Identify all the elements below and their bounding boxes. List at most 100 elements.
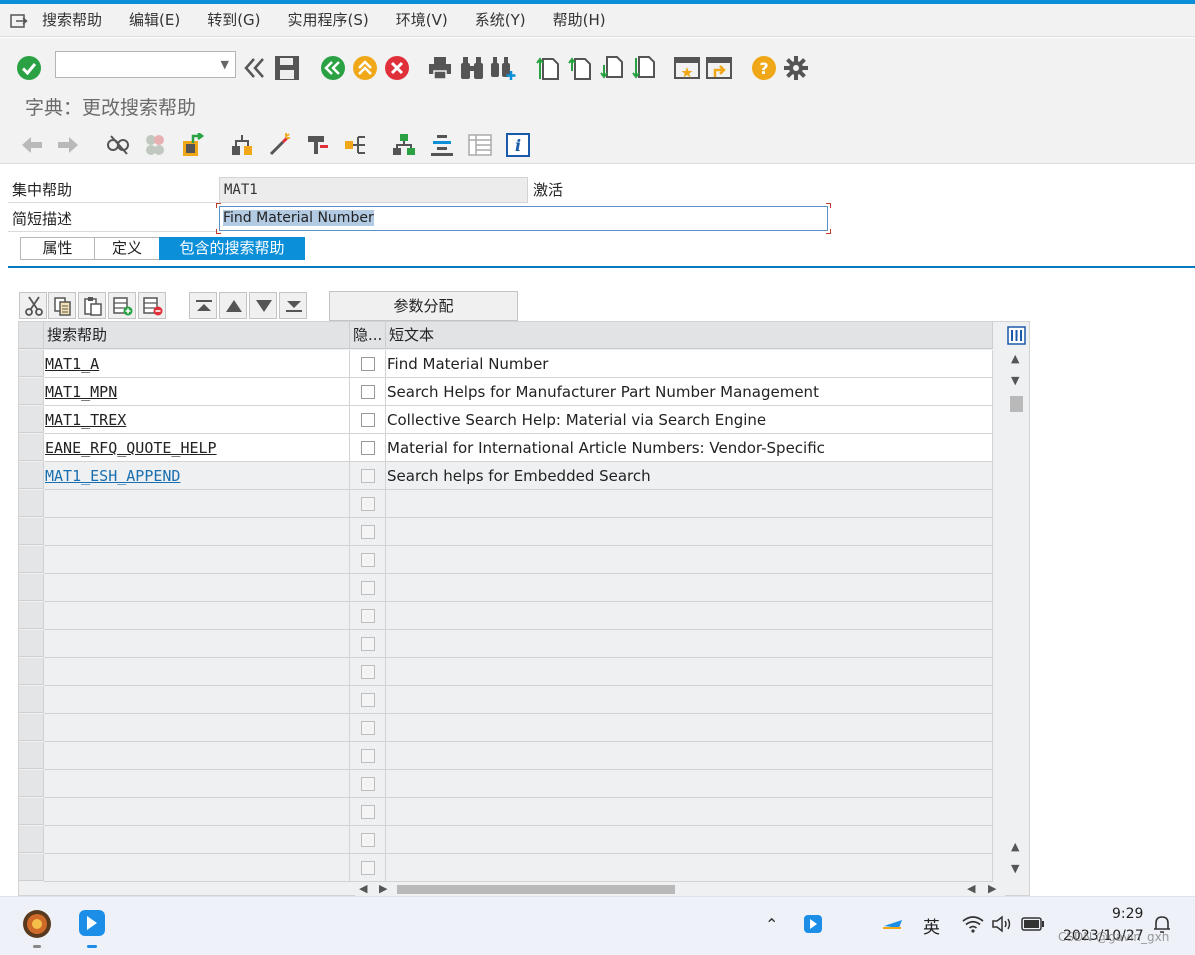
- empty-cell[interactable]: [44, 798, 350, 826]
- sap-logon-app-icon[interactable]: [22, 909, 52, 939]
- hidden-checkbox[interactable]: [361, 525, 375, 539]
- find-next-icon[interactable]: [490, 55, 516, 81]
- clock-time[interactable]: 9:29: [1112, 906, 1143, 922]
- row-selector[interactable]: [19, 826, 44, 853]
- empty-cell[interactable]: [44, 770, 350, 798]
- row-selector[interactable]: [19, 798, 44, 825]
- hidden-checkbox[interactable]: [361, 749, 375, 763]
- hidden-checkbox[interactable]: [361, 861, 375, 875]
- chevron-up-icon[interactable]: ⌃: [765, 915, 778, 934]
- hidden-checkbox[interactable]: [361, 777, 375, 791]
- empty-cell[interactable]: [44, 602, 350, 630]
- row-selector[interactable]: [19, 714, 44, 741]
- copy-row-button[interactable]: [48, 292, 76, 319]
- row-selector[interactable]: [19, 406, 44, 433]
- column-header-short-text[interactable]: 短文本: [386, 322, 993, 349]
- empty-cell[interactable]: [44, 854, 350, 882]
- tab-attributes[interactable]: 属性: [20, 237, 95, 260]
- search-help-cell[interactable]: MAT1_A: [44, 350, 350, 378]
- find-icon[interactable]: [459, 55, 485, 81]
- column-settings-icon[interactable]: [1007, 326, 1026, 345]
- horizontal-scroll-thumb[interactable]: [397, 885, 675, 894]
- first-page-icon[interactable]: [536, 55, 562, 81]
- empty-cell[interactable]: [44, 630, 350, 658]
- menu-utilities[interactable]: 实用程序(S): [288, 4, 369, 37]
- empty-cell[interactable]: [44, 546, 350, 574]
- menu-help[interactable]: 帮助(H): [553, 4, 606, 37]
- cut-row-button[interactable]: [19, 292, 47, 319]
- structure-tree-icon[interactable]: [392, 133, 416, 157]
- row-selector[interactable]: [19, 770, 44, 797]
- row-selector[interactable]: [19, 490, 44, 517]
- command-field[interactable]: ▼: [55, 51, 236, 78]
- language-indicator[interactable]: 英: [923, 913, 940, 938]
- hidden-checkbox[interactable]: [361, 385, 375, 399]
- tab-included-search-helps[interactable]: 包含的搜索帮助: [159, 237, 305, 260]
- hidden-checkbox[interactable]: [361, 609, 375, 623]
- feishu-app-icon[interactable]: [78, 909, 106, 937]
- short-description-field[interactable]: Find Material Number: [219, 206, 828, 231]
- search-help-cell[interactable]: MAT1_MPN: [44, 378, 350, 406]
- save-icon[interactable]: [274, 55, 300, 81]
- collapse-command-icon[interactable]: [243, 57, 267, 79]
- technical-settings-icon[interactable]: [306, 133, 330, 157]
- collective-help-field[interactable]: MAT1: [219, 177, 528, 203]
- volume-icon[interactable]: [991, 915, 1013, 933]
- row-selector[interactable]: [19, 854, 44, 881]
- hidden-checkbox[interactable]: [361, 805, 375, 819]
- other-object-icon[interactable]: [143, 133, 167, 157]
- horizontal-scrollbar[interactable]: ◀ ▶ ◀ ▶: [355, 882, 1005, 896]
- back-icon[interactable]: [320, 55, 346, 81]
- where-used-icon[interactable]: [230, 133, 254, 157]
- row-selector[interactable]: [19, 658, 44, 685]
- menu-environment[interactable]: 环境(V): [396, 4, 448, 37]
- align-list-icon[interactable]: [430, 133, 454, 157]
- empty-cell[interactable]: [44, 518, 350, 546]
- vertical-scrollbar[interactable]: ▲ ▼ ▲ ▼: [1005, 322, 1028, 882]
- empty-cell[interactable]: [44, 490, 350, 518]
- page-down-button[interactable]: [249, 292, 277, 319]
- empty-cell[interactable]: [44, 686, 350, 714]
- row-selector[interactable]: [19, 546, 44, 573]
- hidden-checkbox[interactable]: [361, 413, 375, 427]
- scroll-left-end-icon[interactable]: ◀: [967, 882, 975, 895]
- empty-cell[interactable]: [44, 658, 350, 686]
- select-all-cell[interactable]: [19, 322, 44, 349]
- scroll-down-small-icon[interactable]: ▼: [1011, 374, 1019, 387]
- tab-definition[interactable]: 定义: [94, 237, 160, 260]
- scroll-top-button[interactable]: [189, 292, 217, 319]
- search-help-cell[interactable]: EANE_RFQ_QUOTE_HELP: [44, 434, 350, 462]
- hidden-checkbox[interactable]: [361, 721, 375, 735]
- input-method-icon[interactable]: [881, 916, 905, 932]
- insert-row-button[interactable]: [108, 292, 136, 319]
- scroll-up-icon[interactable]: ▲: [1011, 352, 1019, 365]
- info-icon[interactable]: i: [506, 133, 530, 157]
- table-layout-icon[interactable]: [468, 133, 492, 157]
- parameter-assignment-button[interactable]: 参数分配: [329, 291, 518, 321]
- arrow-left-icon[interactable]: [20, 136, 44, 154]
- wifi-icon[interactable]: [962, 915, 984, 933]
- column-header-search-help[interactable]: 搜索帮助: [44, 322, 350, 349]
- empty-cell[interactable]: [44, 714, 350, 742]
- chevron-down-icon[interactable]: ▼: [221, 58, 229, 71]
- exit-icon[interactable]: [352, 55, 378, 81]
- hidden-checkbox[interactable]: [361, 581, 375, 595]
- empty-cell[interactable]: [44, 742, 350, 770]
- help-icon[interactable]: ?: [751, 55, 777, 81]
- activate-icon[interactable]: [181, 133, 205, 157]
- row-selector[interactable]: [19, 686, 44, 713]
- print-icon[interactable]: [427, 55, 453, 81]
- menu-edit[interactable]: 编辑(E): [129, 4, 180, 37]
- paste-row-button[interactable]: [78, 292, 106, 319]
- settings-gear-icon[interactable]: [783, 55, 809, 81]
- next-page-icon[interactable]: [600, 55, 626, 81]
- hidden-checkbox[interactable]: [361, 441, 375, 455]
- create-session-icon[interactable]: [674, 55, 700, 81]
- empty-cell[interactable]: [44, 574, 350, 602]
- hidden-checkbox[interactable]: [361, 693, 375, 707]
- hidden-checkbox[interactable]: [361, 833, 375, 847]
- display-change-icon[interactable]: [106, 133, 130, 157]
- hierarchy-icon[interactable]: [344, 133, 368, 157]
- shortcut-icon[interactable]: [706, 55, 732, 81]
- hidden-checkbox[interactable]: [361, 469, 375, 483]
